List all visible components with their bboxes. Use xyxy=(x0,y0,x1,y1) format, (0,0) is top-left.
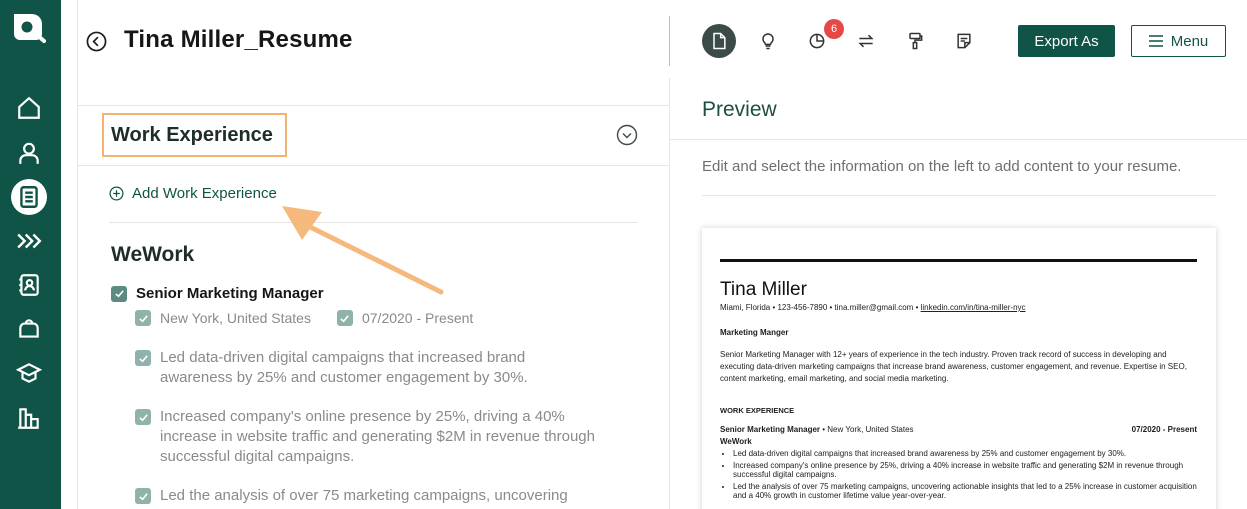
bullet-text: Led data-driven digital campaigns that i… xyxy=(160,349,528,386)
plus-circle-icon xyxy=(109,186,124,201)
chevrons-icon[interactable] xyxy=(14,226,44,256)
annotation-arrow xyxy=(282,206,444,295)
education-icon[interactable] xyxy=(14,358,44,388)
resume-job-line: Senior Marketing Manager • New York, Uni… xyxy=(720,425,914,434)
check-icon xyxy=(138,413,148,421)
add-work-experience-link[interactable]: Add Work Experience xyxy=(109,185,277,202)
note-icon[interactable] xyxy=(947,24,981,58)
resume-contact-text: Miami, Florida • 123-456-7890 • tina.mil… xyxy=(720,303,921,312)
check-icon xyxy=(138,492,148,500)
check-icon xyxy=(114,290,124,298)
add-work-experience-label: Add Work Experience xyxy=(132,185,277,202)
preview-hint: Edit and select the information on the l… xyxy=(702,158,1182,175)
header-divider xyxy=(669,16,670,66)
home-icon[interactable] xyxy=(14,93,44,123)
resume-linkedin-link[interactable]: linkedin.com/in/tina-miller-nyc xyxy=(921,303,1026,312)
resume-header-rule xyxy=(720,259,1197,262)
resume-bullets: Led data-driven digital campaigns that i… xyxy=(733,449,1199,503)
briefcase-icon[interactable] xyxy=(14,314,44,344)
resume-job-location: • New York, United States xyxy=(820,425,914,434)
section-title: Work Experience xyxy=(111,123,273,146)
resume-bullet: Led data-driven digital campaigns that i… xyxy=(733,449,1199,458)
analytics-icon[interactable] xyxy=(14,403,44,433)
check-icon xyxy=(340,314,350,322)
bullet-checkbox[interactable] xyxy=(135,488,151,504)
location-checkbox[interactable] xyxy=(135,310,151,326)
resume-bullet: Led the analysis of over 75 marketing ca… xyxy=(733,482,1199,500)
divider xyxy=(78,105,669,106)
resume-job-dates: 07/2020 - Present xyxy=(1131,425,1197,434)
bullet-checkbox[interactable] xyxy=(135,409,151,425)
job-meta-row: New York, United States 07/2020 - Presen… xyxy=(135,310,473,326)
paint-roller-icon[interactable] xyxy=(898,24,932,58)
resume-summary: Senior Marketing Manager with 12+ years … xyxy=(720,350,1187,383)
lightbulb-icon[interactable] xyxy=(751,24,785,58)
resume-preview[interactable]: Tina Miller Miami, Florida • 123-456-789… xyxy=(702,228,1216,509)
dates-checkbox[interactable] xyxy=(336,310,353,326)
bullet-text: Increased company's online presence by 2… xyxy=(160,408,595,465)
bullet-row: Led the analysis of over 75 marketing ca… xyxy=(135,486,600,506)
document-icon[interactable] xyxy=(702,24,736,58)
sidebar-divider xyxy=(77,0,78,509)
brand-logo[interactable] xyxy=(10,10,48,44)
menu-button[interactable]: Menu xyxy=(1131,25,1226,57)
sidebar xyxy=(0,0,61,509)
resume-headline: Marketing Manger xyxy=(720,328,789,337)
swap-icon[interactable] xyxy=(849,24,883,58)
notification-badge: 6 xyxy=(824,19,844,39)
bullet-row: Led data-driven digital campaigns that i… xyxy=(135,348,600,388)
resume-icon[interactable] xyxy=(11,179,47,215)
company-name: WeWork xyxy=(111,243,195,266)
divider xyxy=(670,139,1247,140)
profile-icon[interactable] xyxy=(14,138,44,168)
panel-divider xyxy=(669,78,670,509)
bullet-checkbox[interactable] xyxy=(135,350,151,366)
chevron-down-icon[interactable] xyxy=(616,124,638,146)
back-icon[interactable] xyxy=(86,31,107,52)
hamburger-icon xyxy=(1148,35,1163,47)
resume-bullet: Increased company's online presence by 2… xyxy=(733,461,1199,479)
job-title-checkbox[interactable] xyxy=(111,285,127,302)
resume-company: WeWork xyxy=(720,437,752,446)
section-header[interactable]: Work Experience xyxy=(102,113,287,157)
menu-label: Menu xyxy=(1170,32,1209,50)
check-icon xyxy=(138,354,148,362)
divider xyxy=(78,165,669,166)
job-dates: 07/2020 - Present xyxy=(361,310,474,326)
page-title: Tina Miller_Resume xyxy=(124,26,353,53)
resume-section-title: WORK EXPERIENCE xyxy=(720,406,795,415)
bullet-text: Led the analysis of over 75 marketing ca… xyxy=(160,487,568,504)
resume-job-title: Senior Marketing Manager xyxy=(720,425,821,434)
resume-name: Tina Miller xyxy=(720,279,807,300)
resume-contact: Miami, Florida • 123-456-7890 • tina.mil… xyxy=(720,303,1026,312)
divider xyxy=(702,195,1216,196)
export-button[interactable]: Export As xyxy=(1018,25,1115,57)
contacts-icon[interactable] xyxy=(14,270,44,300)
job-location: New York, United States xyxy=(160,310,311,326)
check-icon xyxy=(138,314,148,322)
preview-title: Preview xyxy=(702,98,777,121)
bullet-row: Increased company's online presence by 2… xyxy=(135,407,600,467)
